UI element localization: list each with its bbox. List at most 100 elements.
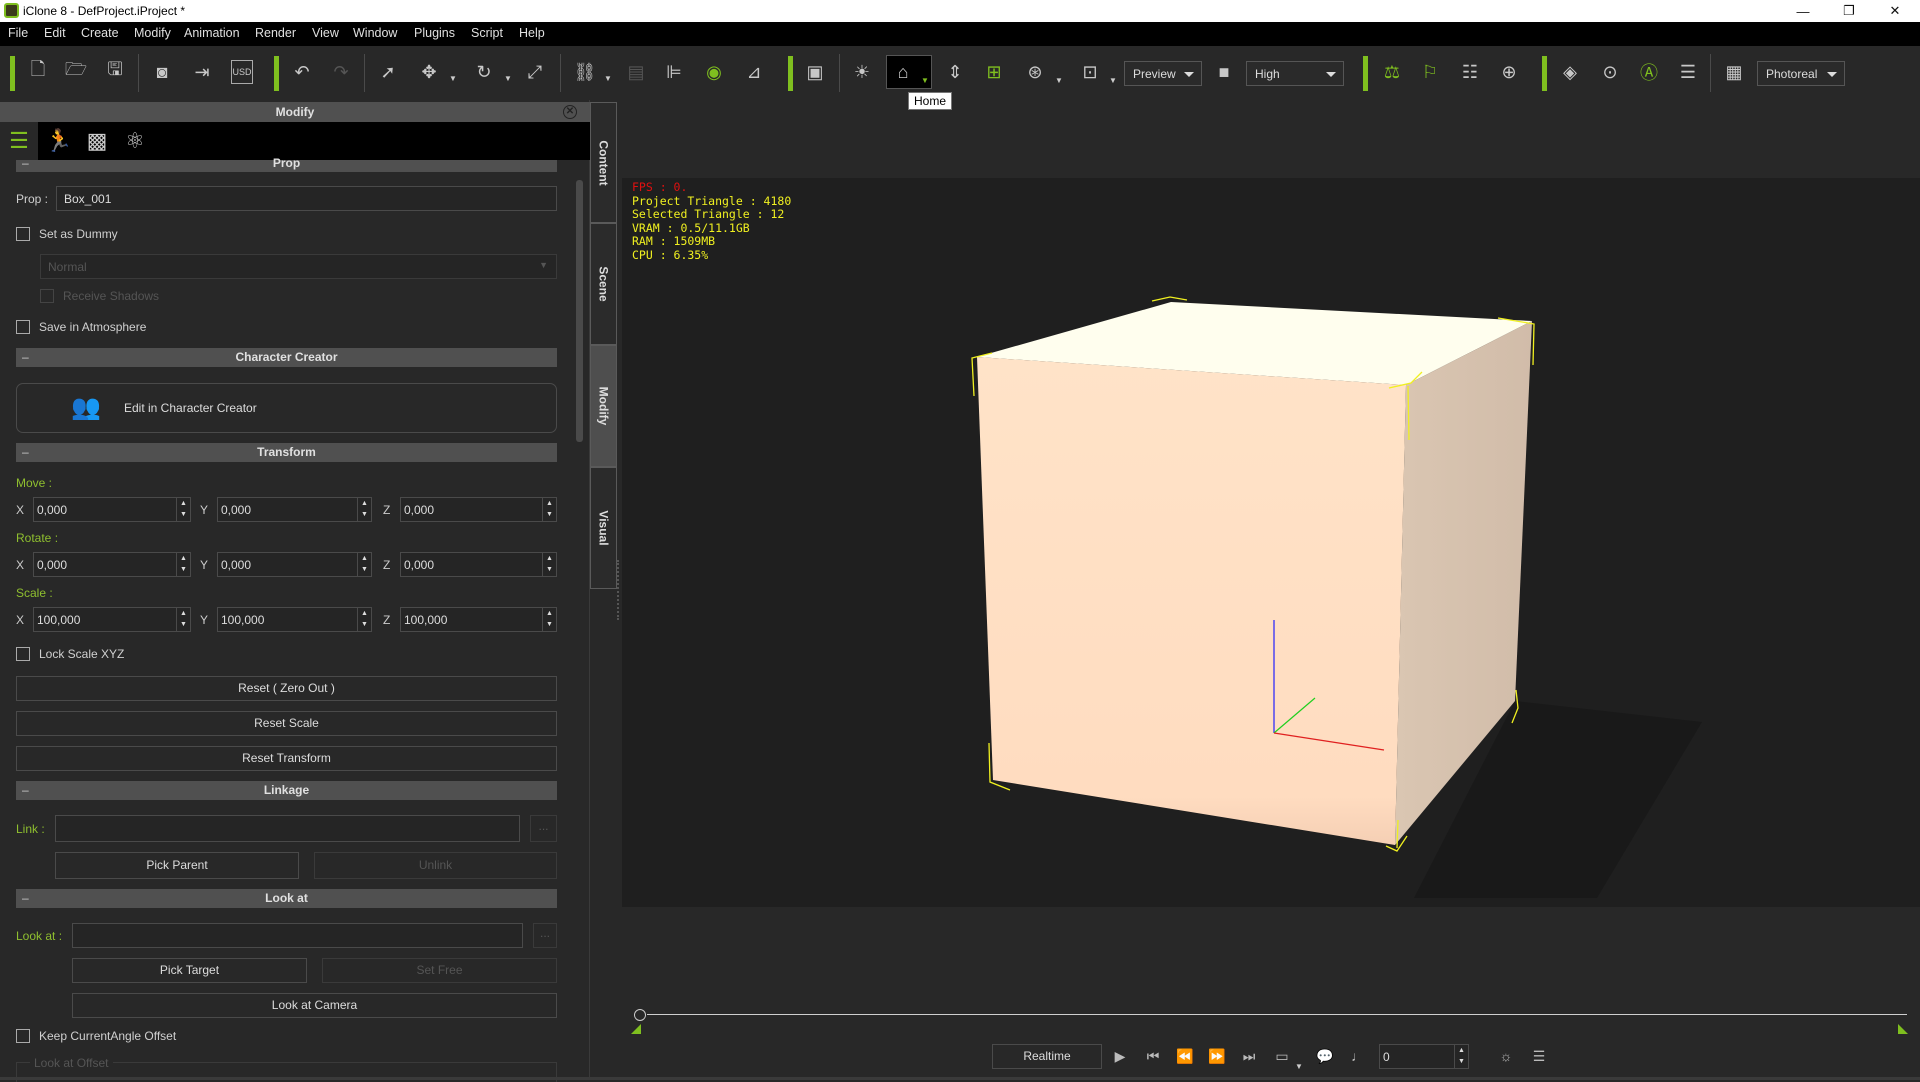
spinner-arrows-icon[interactable]: ▲ ▼ bbox=[357, 498, 371, 521]
loop-dropdown-caret[interactable]: ▼ bbox=[1295, 1062, 1303, 1071]
unlink-button[interactable]: Unlink bbox=[314, 852, 557, 879]
physics-atom-icon[interactable]: ⚛ bbox=[116, 122, 154, 160]
light-icon[interactable]: ☀ bbox=[848, 58, 876, 86]
move-z-input[interactable]: 0,000 ▲ ▼ bbox=[400, 497, 557, 522]
menu-edit[interactable]: Edit bbox=[44, 26, 66, 40]
calendar-icon[interactable]: ▦ bbox=[1720, 58, 1748, 86]
move-dropdown-caret[interactable]: ▼ bbox=[449, 74, 457, 83]
redo-icon[interactable]: ↷ bbox=[327, 58, 355, 86]
pick-parent-button[interactable]: Pick Parent bbox=[55, 852, 299, 879]
rotate-dropdown-caret[interactable]: ▼ bbox=[504, 74, 512, 83]
preview-dropdown[interactable]: Preview bbox=[1124, 61, 1202, 86]
rotate-icon[interactable]: ↻ bbox=[470, 58, 498, 86]
reset-transform-button[interactable]: Reset Transform bbox=[16, 746, 557, 771]
look-at-browse-button[interactable]: ... bbox=[533, 923, 557, 948]
link-browse-button[interactable]: ... bbox=[530, 815, 557, 842]
link-icon[interactable]: ⛓ bbox=[571, 58, 599, 86]
section-header-linkage[interactable]: – Linkage bbox=[16, 781, 557, 800]
link-dropdown-caret[interactable]: ▼ bbox=[604, 74, 612, 83]
spinner-arrows-icon[interactable]: ▲ ▼ bbox=[176, 553, 190, 576]
realtime-button[interactable]: Realtime bbox=[992, 1044, 1102, 1069]
new-file-icon[interactable]: 🗋 bbox=[24, 58, 52, 86]
rotate-y-input[interactable]: 0,000 ▲ ▼ bbox=[217, 552, 372, 577]
quality-dropdown[interactable]: High bbox=[1246, 61, 1344, 86]
frame-dropdown-caret[interactable]: ▼ bbox=[1109, 76, 1117, 85]
spinner-arrows-icon[interactable]: ▲ ▼ bbox=[176, 498, 190, 521]
rotate-x-input[interactable]: 0,000 ▲ ▼ bbox=[33, 552, 191, 577]
select-arrow-icon[interactable]: ➚ bbox=[374, 58, 402, 86]
timeline-playhead[interactable] bbox=[634, 1009, 646, 1021]
side-tab-modify[interactable]: Modify bbox=[590, 345, 617, 467]
section-header-character-creator[interactable]: – Character Creator bbox=[16, 348, 557, 367]
set-as-dummy-checkbox[interactable] bbox=[16, 227, 30, 241]
loop-range-icon[interactable]: ▭ bbox=[1271, 1045, 1293, 1067]
pick-target-button[interactable]: Pick Target bbox=[72, 958, 307, 983]
play-icon[interactable]: ▶ bbox=[1109, 1045, 1131, 1067]
look-at-input[interactable] bbox=[72, 923, 523, 948]
scale-icon[interactable]: ⤢ bbox=[521, 58, 549, 86]
camera-icon[interactable]: ■ bbox=[1210, 58, 1238, 86]
receive-shadows-checkbox[interactable] bbox=[40, 289, 54, 303]
cube-front-face[interactable] bbox=[977, 357, 1406, 845]
look-at-camera-button[interactable]: Look at Camera bbox=[72, 993, 557, 1018]
3d-viewport[interactable]: FPS : 0. Project Triangle : 4180 Selecte… bbox=[622, 178, 1920, 907]
iray-search-icon[interactable]: ⊙ bbox=[1596, 58, 1624, 86]
lock-scale-checkbox[interactable] bbox=[16, 647, 30, 661]
previous-frame-icon[interactable]: ⏪ bbox=[1174, 1045, 1196, 1067]
minimize-button[interactable]: — bbox=[1780, 0, 1826, 22]
menu-render[interactable]: Render bbox=[255, 26, 296, 40]
export-icon[interactable]: ⇥ bbox=[188, 58, 216, 86]
move-x-input[interactable]: 0,000 ▲ ▼ bbox=[33, 497, 191, 522]
frame-icon[interactable]: ⊡ bbox=[1076, 58, 1104, 86]
fit-vertical-icon[interactable]: ⇕ bbox=[941, 58, 969, 86]
section-header-prop[interactable]: – Prop bbox=[16, 157, 557, 172]
restore-button[interactable]: ❐ bbox=[1826, 0, 1872, 22]
prop-name-input[interactable]: Box_001 bbox=[56, 186, 557, 211]
section-header-look-at[interactable]: – Look at bbox=[16, 889, 557, 908]
usd-export-icon[interactable]: USD bbox=[231, 60, 253, 84]
menu-view[interactable]: View bbox=[312, 26, 339, 40]
side-tab-visual[interactable]: Visual bbox=[590, 467, 617, 589]
brightness-icon[interactable]: ☼ bbox=[1495, 1045, 1517, 1067]
flag-icon[interactable]: ⚐ bbox=[1416, 58, 1444, 86]
scale-x-input[interactable]: 100,000 ▲ ▼ bbox=[33, 607, 191, 632]
eye-icon[interactable]: ◉ bbox=[700, 58, 728, 86]
align-right-icon[interactable]: ⊫ bbox=[660, 58, 688, 86]
motion-tab-icon[interactable]: 🏃 bbox=[40, 122, 78, 160]
pivot-icon[interactable]: ⊕ bbox=[1495, 58, 1523, 86]
auto-icon[interactable]: Ⓐ bbox=[1635, 58, 1663, 86]
set-free-button[interactable]: Set Free bbox=[322, 958, 557, 983]
fit-selected-icon[interactable]: ⊞ bbox=[980, 58, 1008, 86]
menu-file[interactable]: File bbox=[8, 26, 28, 40]
orbit-dropdown-caret[interactable]: ▼ bbox=[1055, 76, 1063, 85]
open-folder-icon[interactable]: 🗁 bbox=[62, 58, 90, 86]
spinner-arrows-icon[interactable]: ▲ ▼ bbox=[176, 608, 190, 631]
spinner-arrows-icon[interactable]: ▲ ▼ bbox=[542, 608, 556, 631]
close-button[interactable]: ✕ bbox=[1872, 0, 1918, 22]
reset-scale-button[interactable]: Reset Scale bbox=[16, 711, 557, 736]
spinner-arrows-icon[interactable]: ▲ ▼ bbox=[542, 553, 556, 576]
frame-number-input[interactable]: 0 ▲ ▼ bbox=[1379, 1044, 1469, 1069]
spinner-arrows-icon[interactable]: ▲ ▼ bbox=[357, 553, 371, 576]
section-header-transform[interactable]: – Transform bbox=[16, 443, 557, 462]
material-checker-icon[interactable]: ▩ bbox=[78, 122, 116, 160]
scale-y-input[interactable]: 100,000 ▲ ▼ bbox=[217, 607, 372, 632]
orbit-icon[interactable]: ⊛ bbox=[1021, 58, 1049, 86]
attributes-tab-icon[interactable]: ☰ bbox=[0, 122, 38, 160]
menu-plugins[interactable]: Plugins bbox=[414, 26, 455, 40]
drop-to-floor-icon[interactable]: ⊿ bbox=[740, 58, 768, 86]
start-marker-icon[interactable] bbox=[631, 1024, 641, 1034]
menu-modify[interactable]: Modify bbox=[134, 26, 171, 40]
spinner-arrows-icon[interactable]: ▲ ▼ bbox=[357, 608, 371, 631]
splitter-handle[interactable] bbox=[617, 560, 621, 620]
scale-z-input[interactable]: 100,000 ▲ ▼ bbox=[400, 607, 557, 632]
menu-animation[interactable]: Animation bbox=[184, 26, 240, 40]
audio-note-icon[interactable]: ♩ bbox=[1347, 1045, 1369, 1067]
layout-icon[interactable]: ▣ bbox=[801, 58, 829, 86]
keep-angle-offset-checkbox[interactable] bbox=[16, 1029, 30, 1043]
spinner-arrows-icon[interactable]: ▲ ▼ bbox=[1454, 1045, 1468, 1068]
checklist-icon[interactable]: ☷ bbox=[1456, 58, 1484, 86]
menu-window[interactable]: Window bbox=[353, 26, 397, 40]
home-icon[interactable]: ⌂ bbox=[889, 58, 917, 86]
render-settings-icon[interactable]: ☰ bbox=[1674, 58, 1702, 86]
